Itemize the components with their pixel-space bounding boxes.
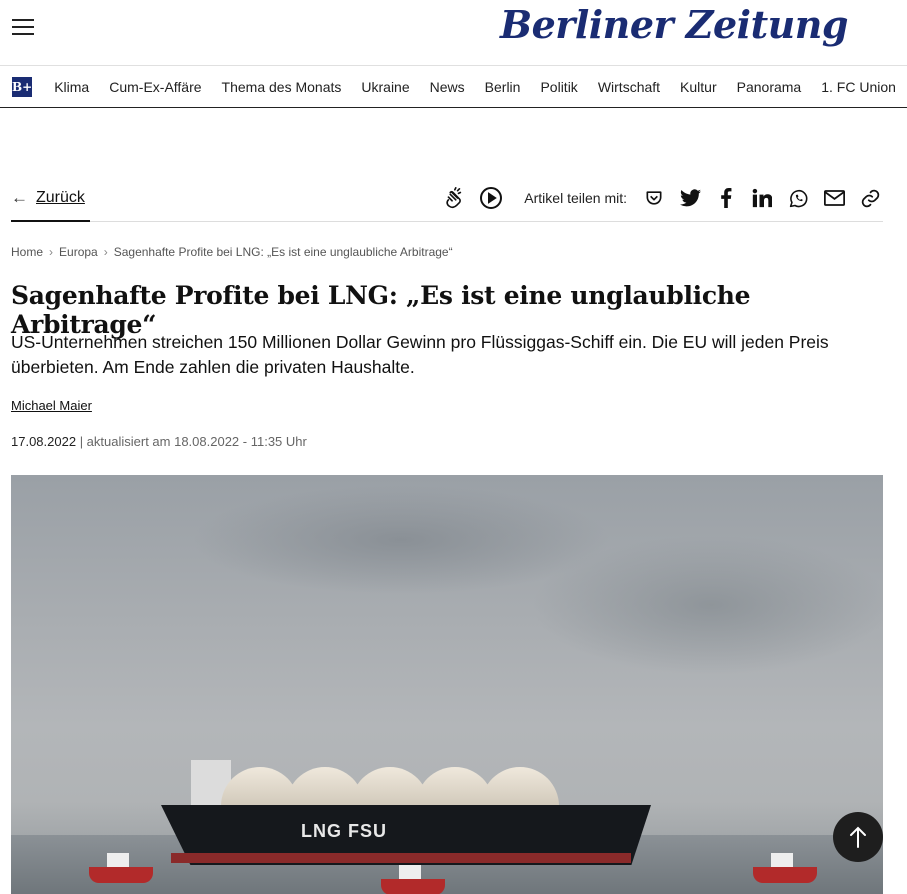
breadcrumb-home[interactable]: Home (11, 245, 43, 259)
share-icons (641, 185, 883, 211)
chevron-right-icon: › (103, 245, 108, 259)
article-tools: Artikel teilen mit: (440, 184, 883, 212)
nav-item-politik[interactable]: Politik (540, 79, 577, 95)
play-audio-icon[interactable] (478, 185, 504, 211)
site-header: Berliner Zeitung (0, 0, 907, 66)
scroll-to-top-button[interactable] (833, 812, 883, 862)
whatsapp-icon[interactable] (785, 185, 811, 211)
nav-item-thema[interactable]: Thema des Monats (222, 79, 342, 95)
bplus-logo[interactable]: B+ (12, 77, 33, 97)
breadcrumb: Home › Europa › Sagenhafte Profite bei LNG: … (11, 245, 453, 259)
article-dates: 17.08.2022 | aktualisiert am 18.08.2022 … (11, 434, 307, 449)
chevron-right-icon: › (49, 245, 54, 259)
back-button[interactable]: ← Zurück (11, 176, 90, 222)
nav-item-cum-ex[interactable]: Cum-Ex-Affäre (109, 79, 201, 95)
back-label: Zurück (36, 189, 85, 206)
clap-icon[interactable] (440, 185, 466, 211)
article-lead: US-Unternehmen streichen 150 Millionen D… (11, 332, 829, 377)
twitter-icon[interactable] (677, 185, 703, 211)
article-toolbar: ← Zurück Artikel teilen mit: (11, 176, 883, 222)
mail-icon[interactable] (821, 185, 847, 211)
linkedin-icon[interactable] (749, 185, 775, 211)
tugboat (753, 853, 817, 883)
nav-item-klima[interactable]: Klima (54, 79, 89, 95)
nav-item-kultur[interactable]: Kultur (680, 79, 717, 95)
ship-domes (221, 767, 621, 809)
copy-link-icon[interactable] (857, 185, 883, 211)
ship-label: LNG FSU (301, 821, 387, 841)
author-link[interactable]: Michael Maier (11, 398, 92, 413)
menu-icon[interactable] (12, 19, 34, 37)
article-hero-image: LNG FSU (11, 475, 883, 894)
nav-item-panorama[interactable]: Panorama (737, 79, 802, 95)
site-logo[interactable]: Berliner Zeitung (500, 2, 848, 47)
nav-item-berlin[interactable]: Berlin (485, 79, 521, 95)
updated-date: | aktualisiert am 18.08.2022 - 11:35 Uhr (76, 434, 307, 449)
nav-item-wirtschaft[interactable]: Wirtschaft (598, 79, 660, 95)
main-nav: B+ Klima Cum-Ex-Affäre Thema des Monats … (0, 67, 907, 108)
share-label: Artikel teilen mit: (524, 190, 627, 206)
published-date: 17.08.2022 (11, 434, 77, 449)
pocket-icon[interactable] (641, 185, 667, 211)
tugboat (89, 853, 153, 883)
breadcrumb-current: Sagenhafte Profite bei LNG: „Es ist eine… (113, 245, 453, 259)
nav-item-news[interactable]: News (430, 79, 465, 95)
arrow-up-icon (850, 826, 866, 848)
breadcrumb-section[interactable]: Europa (59, 245, 98, 259)
arrow-left-icon: ← (11, 188, 28, 207)
nav-item-fc-union[interactable]: 1. FC Union (821, 79, 896, 95)
nav-item-ukraine[interactable]: Ukraine (361, 79, 409, 95)
tugboat (381, 865, 445, 894)
facebook-icon[interactable] (713, 185, 739, 211)
